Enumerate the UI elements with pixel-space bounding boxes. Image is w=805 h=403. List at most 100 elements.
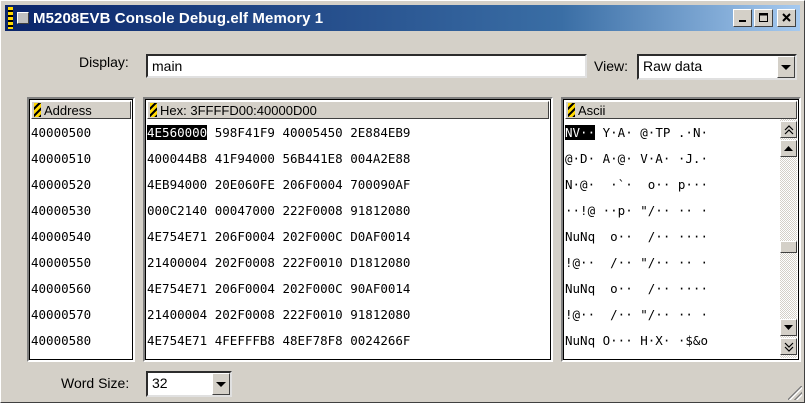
hex-word[interactable]: D1812080 bbox=[350, 255, 410, 270]
address-row[interactable]: 40000530 bbox=[31, 201, 91, 221]
ascii-row[interactable]: N·@· ·`· o·· p··· bbox=[565, 175, 708, 195]
hex-word[interactable]: 004A2E88 bbox=[350, 151, 410, 166]
hex-word[interactable]: 21400004 bbox=[147, 307, 207, 322]
hex-word[interactable]: 90AF0014 bbox=[350, 281, 410, 296]
title-bar[interactable]: M5208EVB Console Debug.elf Memory 1 bbox=[5, 5, 800, 31]
hex-word[interactable]: 21400004 bbox=[147, 255, 207, 270]
vertical-scrollbar[interactable] bbox=[780, 119, 797, 358]
ascii-row[interactable]: ··!@ ··p· "/·· ·· · bbox=[565, 201, 708, 221]
address-row[interactable]: 40000580 bbox=[31, 331, 91, 351]
ascii-row[interactable]: NuNq o·· /·· ···· bbox=[565, 279, 708, 299]
hex-word[interactable]: 48EF78F8 bbox=[283, 333, 343, 348]
ascii-row[interactable]: @·D· A·@· V·A· ·J.· bbox=[565, 149, 708, 169]
header-grip-icon bbox=[568, 103, 575, 117]
ascii-selected: NV·· bbox=[565, 125, 596, 140]
hex-row: 4E754E71 206F0004 202F000C 90AF0014 bbox=[147, 279, 410, 299]
hex-row: 4EB94000 20E060FE 206F0004 700090AF bbox=[147, 175, 410, 195]
hex-row: 4E754E71 4FEFFFB8 48EF78F8 0024266F bbox=[147, 331, 410, 351]
minimize-button[interactable] bbox=[733, 9, 752, 27]
resize-grip-icon[interactable] bbox=[788, 386, 802, 400]
hex-word[interactable]: 202F0008 bbox=[215, 255, 275, 270]
word-size-dropdown-button[interactable] bbox=[212, 373, 230, 395]
close-button[interactable] bbox=[777, 9, 796, 27]
double-chevron-up-icon bbox=[784, 124, 793, 134]
minimize-icon bbox=[738, 20, 746, 22]
ascii-text: NuNq o·· /·· ···· bbox=[565, 281, 708, 296]
maximize-button[interactable] bbox=[754, 9, 773, 27]
hex-header-label: Hex: 3FFFFD00:40000D00 bbox=[160, 102, 317, 118]
hex-header[interactable]: Hex: 3FFFFD00:40000D00 bbox=[147, 101, 549, 119]
hex-row: 4E754E71 206F0004 202F000C D0AF0014 bbox=[147, 227, 410, 247]
ascii-row[interactable]: !@·· /·· "/·· ·· · bbox=[565, 305, 708, 325]
memory-window: M5208EVB Console Debug.elf Memory 1 Disp… bbox=[0, 0, 805, 403]
scroll-down-button[interactable] bbox=[780, 319, 797, 336]
hex-word[interactable]: 40005450 bbox=[283, 125, 343, 140]
ascii-text: !@·· /·· "/·· ·· · bbox=[565, 255, 708, 270]
address-row[interactable]: 40000510 bbox=[31, 149, 91, 169]
ascii-text: NuNq o·· /·· ···· bbox=[565, 229, 708, 244]
hex-word[interactable]: 202F0008 bbox=[215, 307, 275, 322]
hex-row: 21400004 202F0008 222F0010 D1812080 bbox=[147, 253, 410, 273]
hex-word[interactable]: 206F0004 bbox=[283, 177, 343, 192]
word-size-dropdown[interactable]: 32 bbox=[146, 371, 232, 397]
hex-word[interactable]: 91812080 bbox=[350, 203, 410, 218]
hex-word[interactable]: 700090AF bbox=[350, 177, 410, 192]
hex-word[interactable]: 4E560000 bbox=[147, 125, 208, 140]
hex-word[interactable]: 4E754E71 bbox=[147, 333, 207, 348]
display-input[interactable]: main bbox=[146, 54, 587, 78]
hex-word[interactable]: 206F0004 bbox=[215, 281, 275, 296]
ascii-row[interactable]: NuNq o·· /·· ···· bbox=[565, 227, 708, 247]
hex-word[interactable]: 000C2140 bbox=[147, 203, 207, 218]
ascii-text: @·D· A·@· V·A· ·J.· bbox=[565, 151, 708, 166]
address-header[interactable]: Address bbox=[31, 101, 131, 119]
scrollbar-thumb[interactable] bbox=[780, 241, 797, 253]
page-down-button[interactable] bbox=[780, 338, 797, 355]
hex-word[interactable]: 41F94000 bbox=[215, 151, 275, 166]
ascii-row[interactable]: NuNq O··· H·X· ·$&o bbox=[565, 331, 708, 351]
address-row[interactable]: 40000570 bbox=[31, 305, 91, 325]
hex-word[interactable]: 00047000 bbox=[215, 203, 275, 218]
hex-word[interactable]: 222F0010 bbox=[283, 307, 343, 322]
hex-word[interactable]: 202F000C bbox=[283, 281, 343, 296]
hex-word[interactable]: 2E884EB9 bbox=[350, 125, 410, 140]
hex-word[interactable]: 4FEFFFB8 bbox=[215, 333, 275, 348]
hex-word[interactable]: 4E754E71 bbox=[147, 229, 207, 244]
hex-word[interactable]: 56B441E8 bbox=[283, 151, 343, 166]
hex-row: 400044B8 41F94000 56B441E8 004A2E88 bbox=[147, 149, 410, 169]
hex-row: 4E560000 598F41F9 40005450 2E884EB9 bbox=[147, 123, 410, 143]
hex-word[interactable]: 222F0010 bbox=[283, 255, 343, 270]
view-dropdown[interactable]: Raw data bbox=[637, 54, 797, 80]
page-up-button[interactable] bbox=[780, 121, 797, 138]
address-row[interactable]: 40000520 bbox=[31, 175, 91, 195]
hex-word[interactable]: 0024266F bbox=[350, 333, 410, 348]
ascii-text: NuNq O··· H·X· ·$&o bbox=[565, 333, 708, 348]
hex-word[interactable]: 20E060FE bbox=[215, 177, 275, 192]
hex-word[interactable]: 4EB94000 bbox=[147, 177, 207, 192]
ascii-row[interactable]: NV·· Y·A· @·TP .·N· bbox=[565, 123, 708, 143]
hex-word[interactable]: 91812080 bbox=[350, 307, 410, 322]
ascii-row[interactable]: !@·· /·· "/·· ·· · bbox=[565, 253, 708, 273]
hex-word[interactable]: D0AF0014 bbox=[350, 229, 410, 244]
window-icon[interactable] bbox=[17, 12, 29, 24]
address-row[interactable]: 40000560 bbox=[31, 279, 91, 299]
chevron-down-icon bbox=[216, 381, 226, 387]
ascii-header-label: Ascii bbox=[578, 102, 606, 118]
maximize-icon bbox=[758, 13, 768, 22]
hex-word[interactable]: 202F000C bbox=[283, 229, 343, 244]
address-row[interactable]: 40000500 bbox=[31, 123, 91, 143]
hex-word[interactable]: 206F0004 bbox=[215, 229, 275, 244]
ascii-header[interactable]: Ascii bbox=[565, 101, 797, 119]
hex-word[interactable]: 400044B8 bbox=[147, 151, 207, 166]
address-header-label: Address bbox=[44, 102, 92, 118]
view-dropdown-button[interactable] bbox=[777, 56, 795, 78]
word-size-selected: 32 bbox=[152, 375, 168, 391]
scroll-up-button[interactable] bbox=[780, 140, 797, 157]
address-row[interactable]: 40000540 bbox=[31, 227, 91, 247]
word-size-label: Word Size: bbox=[61, 375, 130, 391]
hex-word[interactable]: 598F41F9 bbox=[215, 125, 275, 140]
display-label: Display: bbox=[79, 54, 129, 70]
hex-word[interactable]: 4E754E71 bbox=[147, 281, 207, 296]
hex-word[interactable]: 222F0008 bbox=[283, 203, 343, 218]
address-row[interactable]: 40000550 bbox=[31, 253, 91, 273]
title-stripe-icon bbox=[8, 7, 13, 29]
